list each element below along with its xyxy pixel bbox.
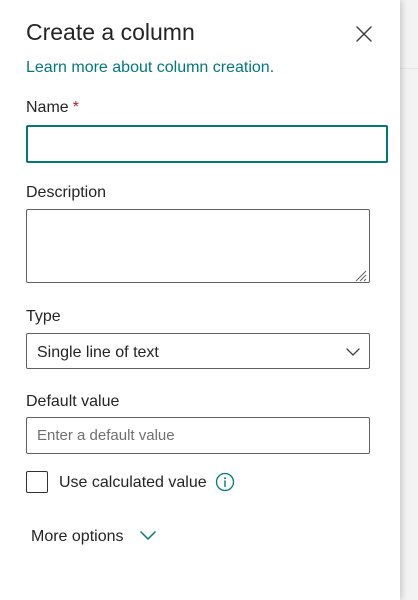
required-marker: * [72,99,79,116]
name-label: Name * [26,98,79,118]
close-button[interactable] [352,22,376,46]
more-options-label: More options [31,528,124,545]
description-textarea[interactable] [26,209,370,283]
chevron-down-icon [140,531,156,540]
description-label: Description [26,184,107,201]
name-label-text: Name [26,99,69,116]
panel-title: Create a column [26,19,195,45]
type-label: Type [26,308,61,325]
type-selected-value: Single line of text [37,344,159,361]
name-input[interactable] [26,125,388,163]
learn-more-link[interactable]: Learn more about column creation. [26,58,274,78]
chevron-down-icon [346,348,360,356]
default-value-label: Default value [26,393,120,410]
more-options-toggle[interactable]: More options [31,526,156,548]
close-icon [356,26,372,42]
default-value-input[interactable] [26,417,370,454]
info-button[interactable] [215,472,235,492]
type-dropdown[interactable]: Single line of text [26,333,370,369]
background-page-edge [400,0,418,600]
resize-handle-icon[interactable] [353,268,367,282]
create-column-panel: Create a column Learn more about column … [0,0,400,600]
background-divider [400,68,418,69]
use-calculated-label[interactable]: Use calculated value [59,473,207,493]
use-calculated-checkbox[interactable] [26,471,48,493]
info-icon [215,472,235,492]
